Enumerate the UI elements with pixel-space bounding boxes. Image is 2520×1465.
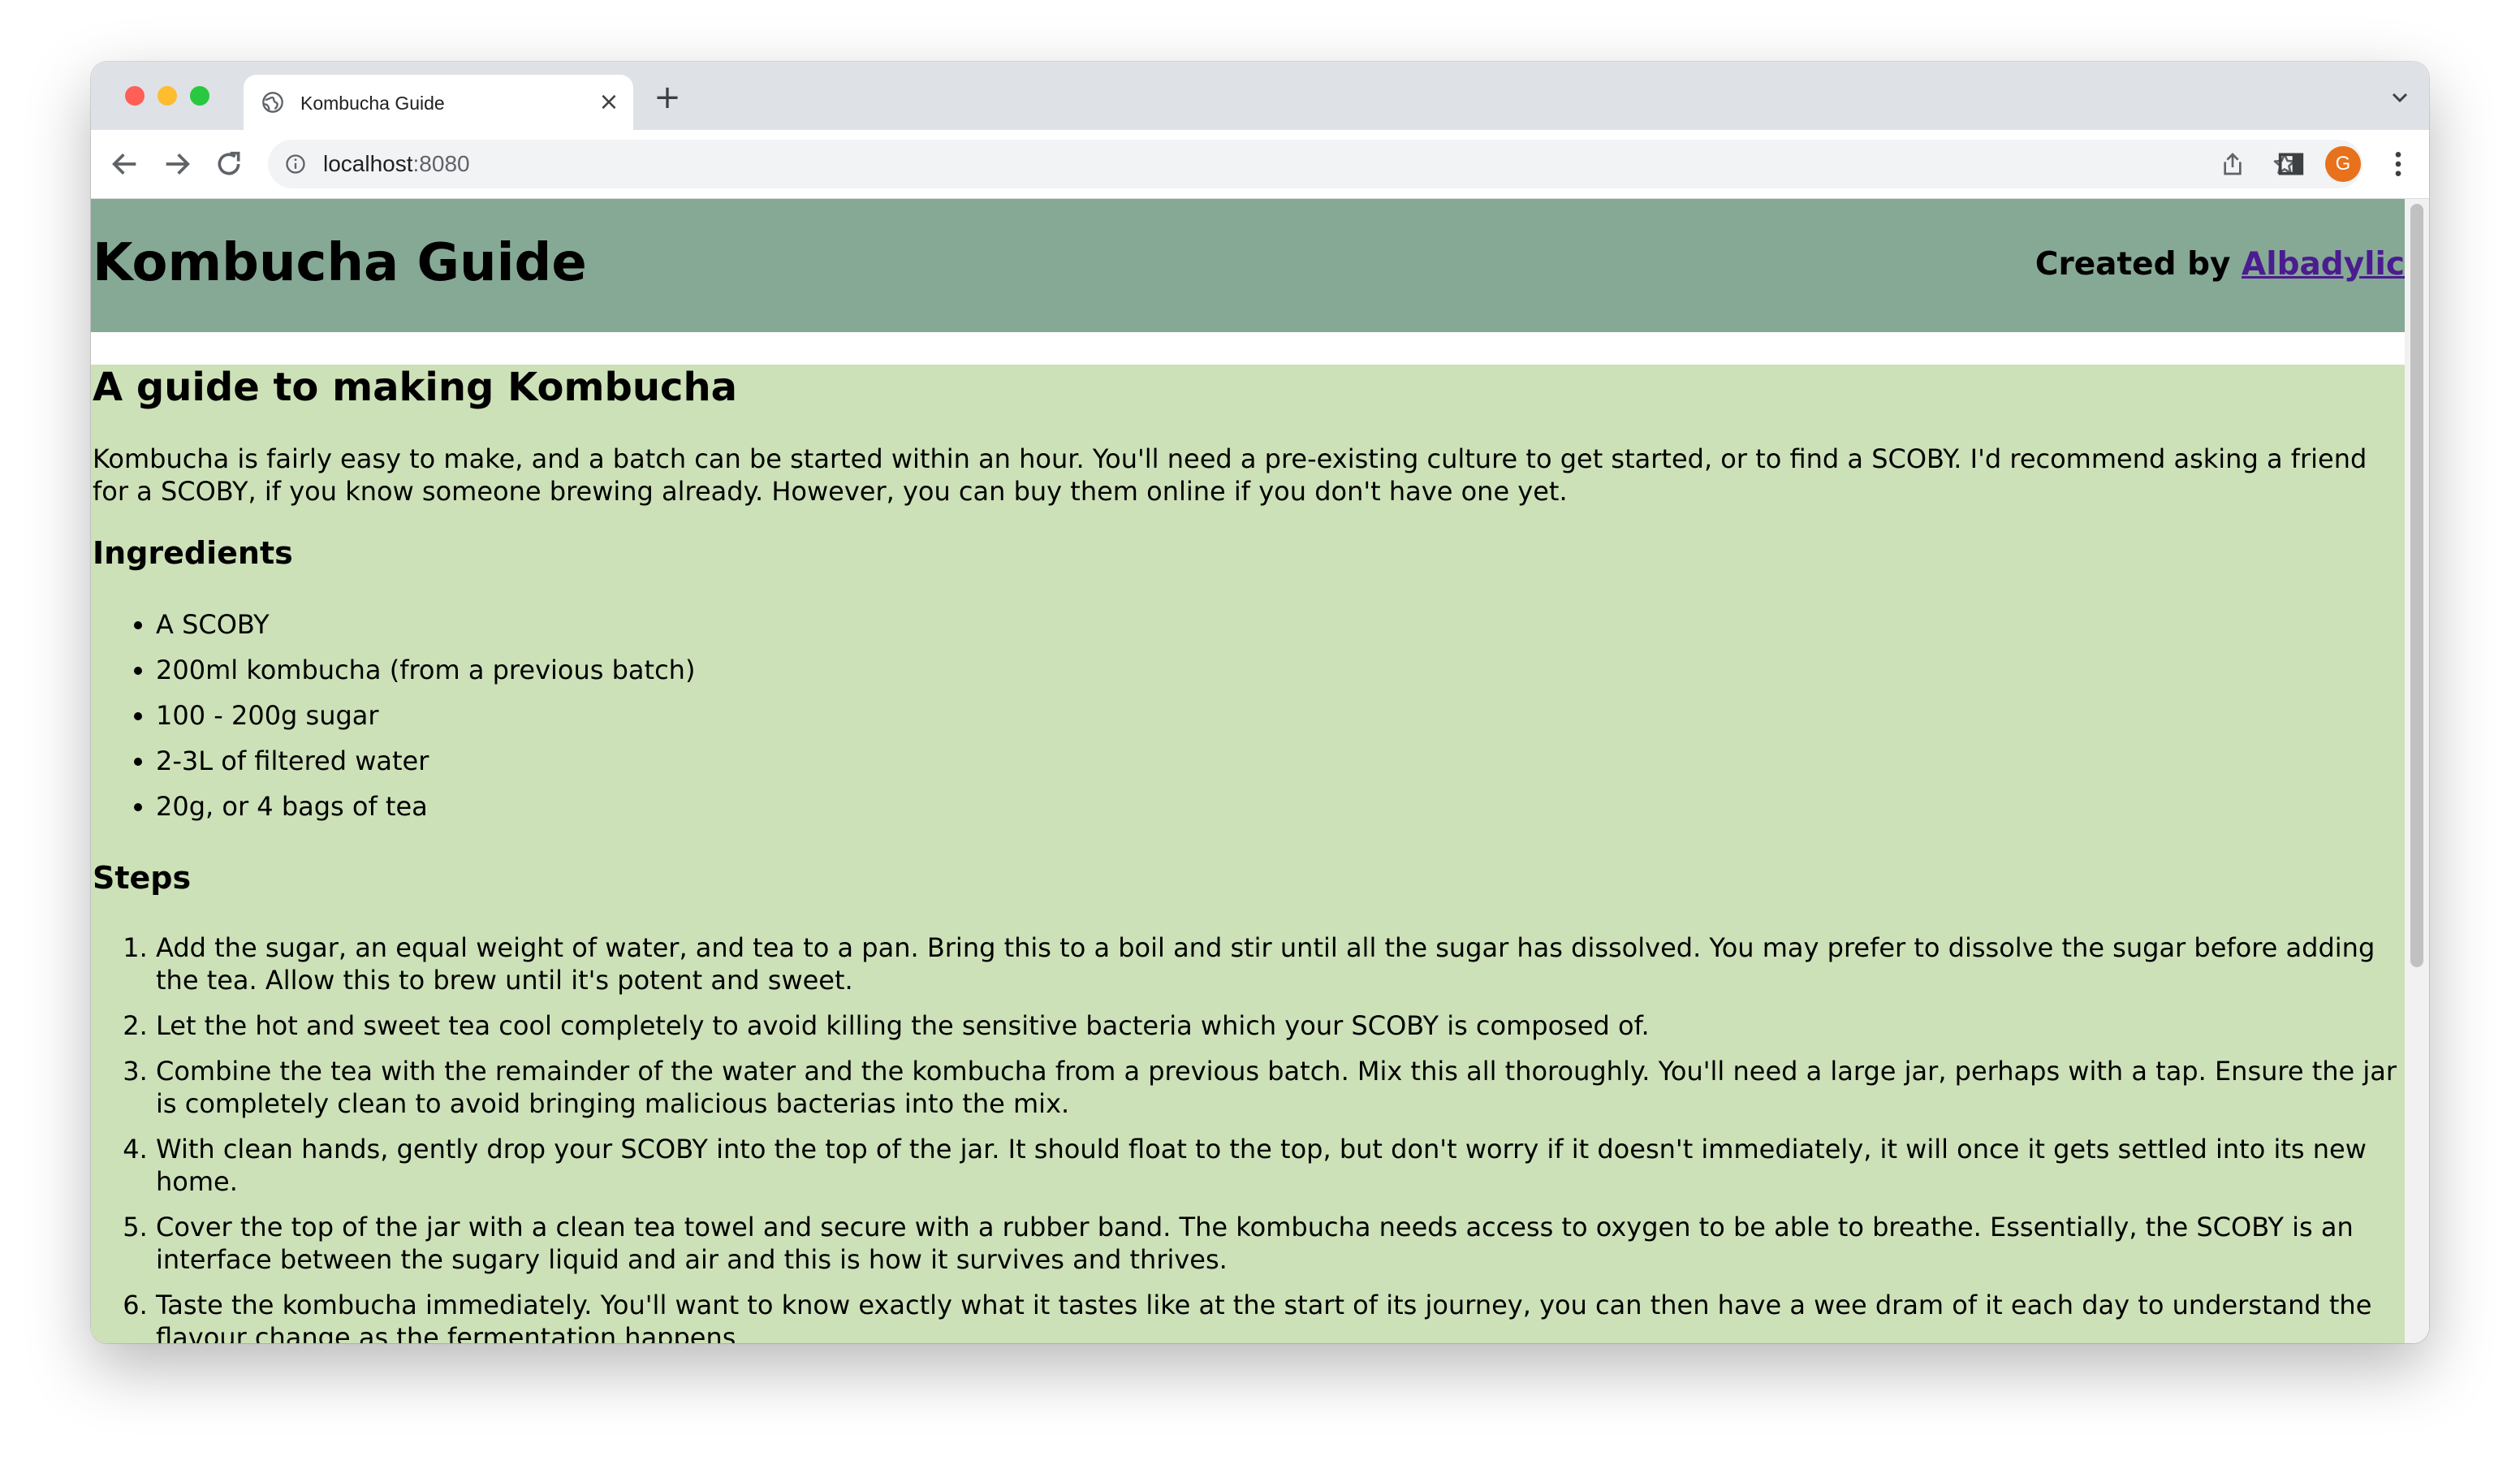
tab-title: Kombucha Guide bbox=[300, 93, 445, 114]
list-item: 100 - 200g sugar bbox=[156, 699, 695, 745]
share-icon[interactable] bbox=[2220, 151, 2246, 177]
tab-close-icon[interactable]: × bbox=[596, 89, 622, 115]
site-header: Kombucha Guide Created by Albadylic bbox=[91, 199, 2405, 332]
ingredients-list: A SCOBY 200ml kombucha (from a previous … bbox=[91, 608, 695, 836]
more-menu-icon[interactable] bbox=[2382, 148, 2414, 180]
created-by: Created by Albadylic bbox=[2035, 246, 2405, 283]
reload-icon[interactable] bbox=[213, 148, 245, 180]
author-link[interactable]: Albadylic bbox=[2242, 246, 2405, 283]
side-panel-icon[interactable] bbox=[2275, 148, 2307, 180]
vertical-scrollbar[interactable] bbox=[2405, 199, 2429, 1343]
list-item: 20g, or 4 bags of tea bbox=[156, 790, 695, 836]
tab-strip: Kombucha Guide × + bbox=[91, 62, 2429, 130]
list-item: Let the hot and sweet tea cool completel… bbox=[156, 1009, 2413, 1042]
info-icon[interactable] bbox=[284, 153, 307, 175]
created-by-label: Created by bbox=[2035, 246, 2231, 283]
page-heading: A guide to making Kombucha bbox=[93, 365, 738, 410]
chevron-down-icon[interactable] bbox=[2387, 84, 2413, 110]
tab-active[interactable]: Kombucha Guide × bbox=[244, 75, 633, 130]
url-text[interactable]: localhost:8080 bbox=[323, 151, 470, 177]
steps-list: Add the sugar, an equal weight of water,… bbox=[91, 931, 2413, 1343]
main-content: A guide to making Kombucha Kombucha is f… bbox=[91, 365, 2405, 1343]
list-item: Combine the tea with the remainder of th… bbox=[156, 1055, 2413, 1120]
forward-icon[interactable] bbox=[161, 148, 193, 180]
close-window-button[interactable] bbox=[125, 86, 145, 106]
minimize-window-button[interactable] bbox=[158, 86, 177, 106]
browser-window: Kombucha Guide × + localhost:8080 G Komb… bbox=[91, 62, 2429, 1343]
profile-avatar[interactable]: G bbox=[2325, 146, 2361, 182]
url-host: localhost bbox=[323, 151, 413, 176]
site-title: Kombucha Guide bbox=[93, 233, 587, 293]
list-item: Cover the top of the jar with a clean te… bbox=[156, 1211, 2413, 1276]
list-item: 200ml kombucha (from a previous batch) bbox=[156, 654, 695, 699]
list-item: With clean hands, gently drop your SCOBY… bbox=[156, 1133, 2413, 1198]
scrollbar-thumb[interactable] bbox=[2410, 204, 2423, 967]
address-bar[interactable]: localhost:8080 bbox=[268, 140, 2362, 188]
zoom-window-button[interactable] bbox=[190, 86, 209, 106]
steps-heading: Steps bbox=[93, 860, 192, 896]
new-tab-button[interactable]: + bbox=[651, 81, 684, 114]
ingredients-heading: Ingredients bbox=[93, 535, 293, 571]
list-item: 2-3L of filtered water bbox=[156, 745, 695, 790]
list-item: Taste the kombucha immediately. You'll w… bbox=[156, 1289, 2413, 1343]
back-icon[interactable] bbox=[109, 148, 141, 180]
browser-toolbar: localhost:8080 G bbox=[91, 130, 2429, 199]
url-port: :8080 bbox=[412, 151, 470, 176]
page-viewport: Kombucha Guide Created by Albadylic A gu… bbox=[91, 199, 2429, 1343]
intro-paragraph: Kombucha is fairly easy to make, and a b… bbox=[93, 443, 2367, 507]
list-item: Add the sugar, an equal weight of water,… bbox=[156, 931, 2413, 996]
globe-icon bbox=[262, 92, 283, 113]
list-item: A SCOBY bbox=[156, 608, 695, 654]
